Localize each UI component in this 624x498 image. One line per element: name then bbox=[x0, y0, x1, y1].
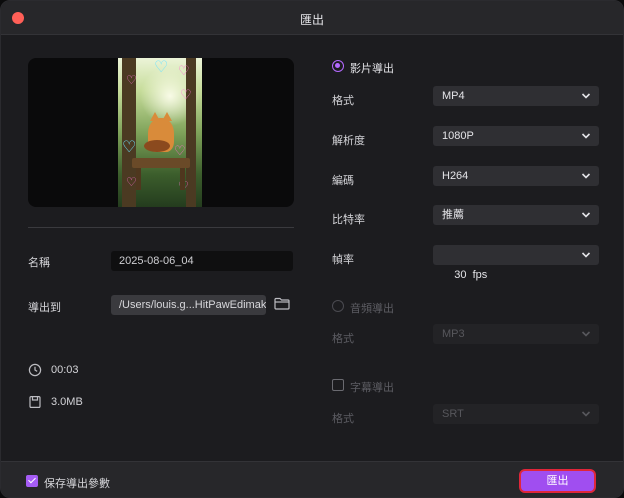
format-value: MP4 bbox=[442, 90, 465, 102]
frame-rate-label: 幀率 bbox=[332, 254, 354, 266]
export-button[interactable]: 匯出 bbox=[521, 471, 594, 491]
title-bar: 匯出 bbox=[1, 1, 623, 35]
chevron-down-icon bbox=[581, 133, 591, 139]
export-to-label: 導出到 bbox=[28, 302, 61, 314]
format-select[interactable]: MP4 bbox=[433, 86, 599, 106]
video-export-radio[interactable] bbox=[332, 60, 344, 72]
name-label: 名稱 bbox=[28, 257, 50, 269]
frame-rate-select[interactable]: 30 fps bbox=[433, 245, 599, 281]
export-path-field[interactable]: /Users/louis.g...HitPawEdimakor bbox=[111, 295, 266, 315]
video-preview: ♡ ♡ ♡ ♡ ♡ ♡ ♡ ♡ bbox=[28, 58, 294, 207]
audio-export-label: 音頻導出 bbox=[350, 303, 394, 315]
codec-select[interactable]: H264 bbox=[433, 166, 599, 186]
frame-rate-value: 30 fps bbox=[454, 269, 488, 281]
left-divider bbox=[28, 227, 294, 228]
subtitle-export-label: 字幕導出 bbox=[350, 382, 394, 394]
save-params-label: 保存導出參數 bbox=[44, 478, 110, 490]
resolution-label: 解析度 bbox=[332, 135, 365, 147]
file-size-text: 3.0MB bbox=[51, 396, 83, 408]
export-dialog: 匯出 ♡ ♡ ♡ ♡ ♡ ♡ ♡ ♡ 名稱 2025-08-06_04 導出到 … bbox=[0, 0, 624, 498]
chevron-down-icon bbox=[581, 93, 591, 99]
audio-format-select[interactable]: MP3 bbox=[433, 324, 599, 344]
save-params-checkbox[interactable] bbox=[26, 475, 38, 487]
video-export-label: 影片導出 bbox=[350, 63, 394, 75]
file-size-icon bbox=[29, 396, 41, 409]
audio-format-label: 格式 bbox=[332, 333, 354, 345]
bitrate-value: 推薦 bbox=[442, 209, 464, 221]
chevron-down-icon bbox=[581, 212, 591, 218]
subtitle-format-label: 格式 bbox=[332, 413, 354, 425]
file-name-input[interactable]: 2025-08-06_04 bbox=[111, 251, 293, 271]
chevron-down-icon bbox=[581, 411, 591, 417]
bitrate-select[interactable]: 推薦 bbox=[433, 205, 599, 225]
chevron-down-icon bbox=[581, 331, 591, 337]
chevron-down-icon bbox=[581, 173, 591, 179]
audio-export-radio[interactable] bbox=[332, 300, 344, 312]
subtitle-format-select[interactable]: SRT bbox=[433, 404, 599, 424]
codec-label: 編碼 bbox=[332, 175, 354, 187]
clock-icon bbox=[28, 363, 42, 377]
resolution-value: 1080P bbox=[442, 130, 474, 142]
resolution-select[interactable]: 1080P bbox=[433, 126, 599, 146]
format-label: 格式 bbox=[332, 95, 354, 107]
folder-icon[interactable] bbox=[274, 297, 290, 310]
window-title: 匯出 bbox=[299, 13, 324, 27]
subtitle-format-value: SRT bbox=[442, 408, 464, 420]
duration-text: 00:03 bbox=[51, 364, 79, 376]
chevron-down-icon bbox=[581, 252, 591, 258]
subtitle-export-checkbox[interactable] bbox=[332, 379, 344, 391]
bitrate-label: 比特率 bbox=[332, 214, 365, 226]
codec-value: H264 bbox=[442, 170, 469, 182]
preview-thumbnail: ♡ ♡ ♡ ♡ ♡ ♡ ♡ ♡ bbox=[118, 58, 202, 207]
audio-format-value: MP3 bbox=[442, 328, 465, 340]
